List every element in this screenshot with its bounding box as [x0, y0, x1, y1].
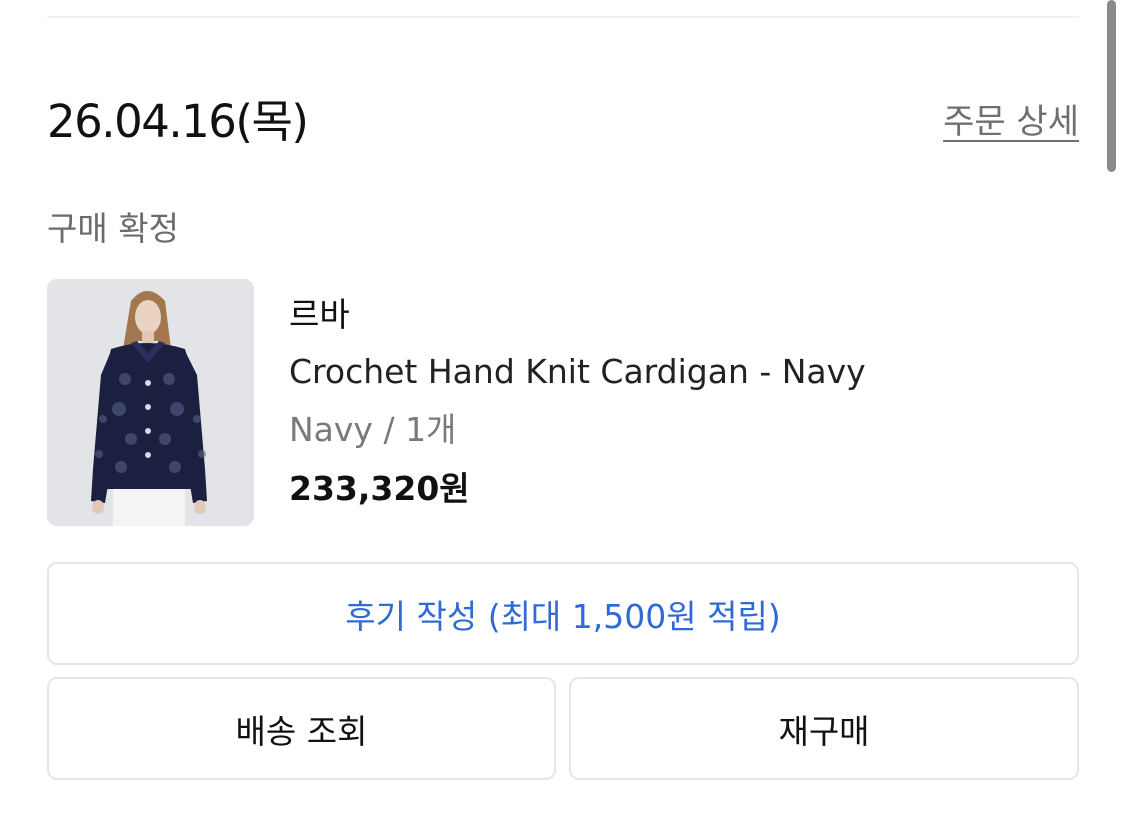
product-info[interactable]: 르바 Crochet Hand Knit Cardigan - Navy Nav… [289, 288, 866, 520]
product-name: Crochet Hand Knit Cardigan - Navy [289, 352, 866, 391]
scrollbar[interactable] [1107, 0, 1116, 172]
order-history-page: 26.04.16(목) 주문 상세 구매 확정 르바 Crochet Hand … [0, 0, 1125, 820]
product-option: Navy / 1개 [289, 410, 457, 449]
order-detail-link[interactable]: 주문 상세 [943, 100, 1079, 144]
cardigan-photo-icon [47, 279, 254, 526]
order-status: 구매 확정 [47, 209, 179, 248]
product-thumbnail[interactable] [47, 279, 254, 526]
product-price: 233,320원 [289, 469, 470, 508]
track-delivery-button[interactable]: 배송 조회 [47, 677, 556, 780]
top-divider [47, 16, 1079, 18]
write-review-button[interactable]: 후기 작성 (최대 1,500원 적립) [47, 562, 1079, 665]
order-date: 26.04.16(목) [47, 95, 309, 148]
rebuy-button[interactable]: 재구매 [569, 677, 1079, 780]
product-brand: 르바 [289, 295, 350, 334]
